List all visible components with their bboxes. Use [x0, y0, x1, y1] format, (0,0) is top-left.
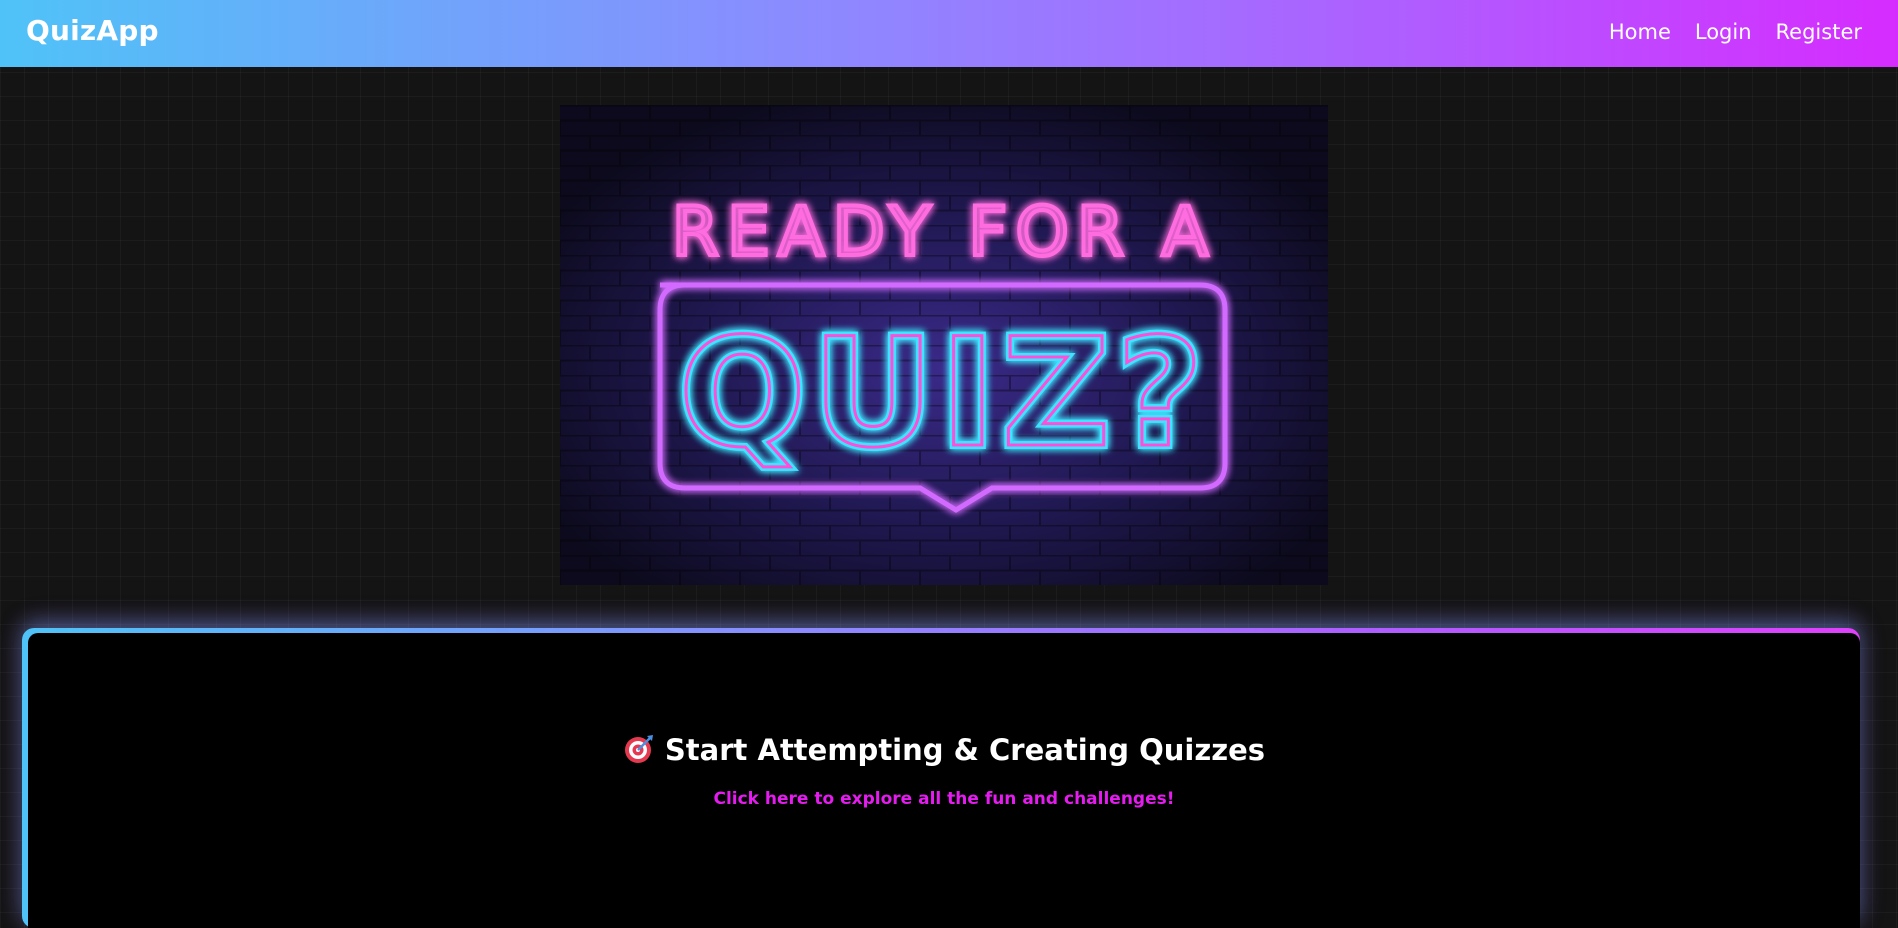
- quiz-cta-card[interactable]: Start Attempting & Creating Quizzes Clic…: [22, 628, 1860, 928]
- target-dart-icon: [623, 733, 655, 772]
- nav-login-link[interactable]: Login: [1695, 20, 1752, 44]
- brand-logo[interactable]: QuizApp: [26, 14, 159, 47]
- neon-line-2: QUIZ?: [679, 307, 1210, 481]
- nav-home-link[interactable]: Home: [1609, 20, 1671, 44]
- navbar: QuizApp Home Login Register: [0, 0, 1898, 67]
- cta-title-text: Start Attempting & Creating Quizzes: [664, 733, 1266, 767]
- cta-card-body: Start Attempting & Creating Quizzes Clic…: [28, 633, 1860, 928]
- cta-title: Start Attempting & Creating Quizzes: [28, 733, 1860, 772]
- hero-banner-image: READY FOR A QUIZ? QUIZ?: [560, 105, 1328, 585]
- cta-subtitle-link[interactable]: Click here to explore all the fun and ch…: [28, 789, 1860, 809]
- neon-line-1: READY FOR A: [672, 193, 1217, 272]
- neon-quiz-sign: READY FOR A QUIZ? QUIZ?: [560, 105, 1328, 585]
- nav-register-link[interactable]: Register: [1776, 20, 1862, 44]
- nav-links: Home Login Register: [1609, 20, 1862, 44]
